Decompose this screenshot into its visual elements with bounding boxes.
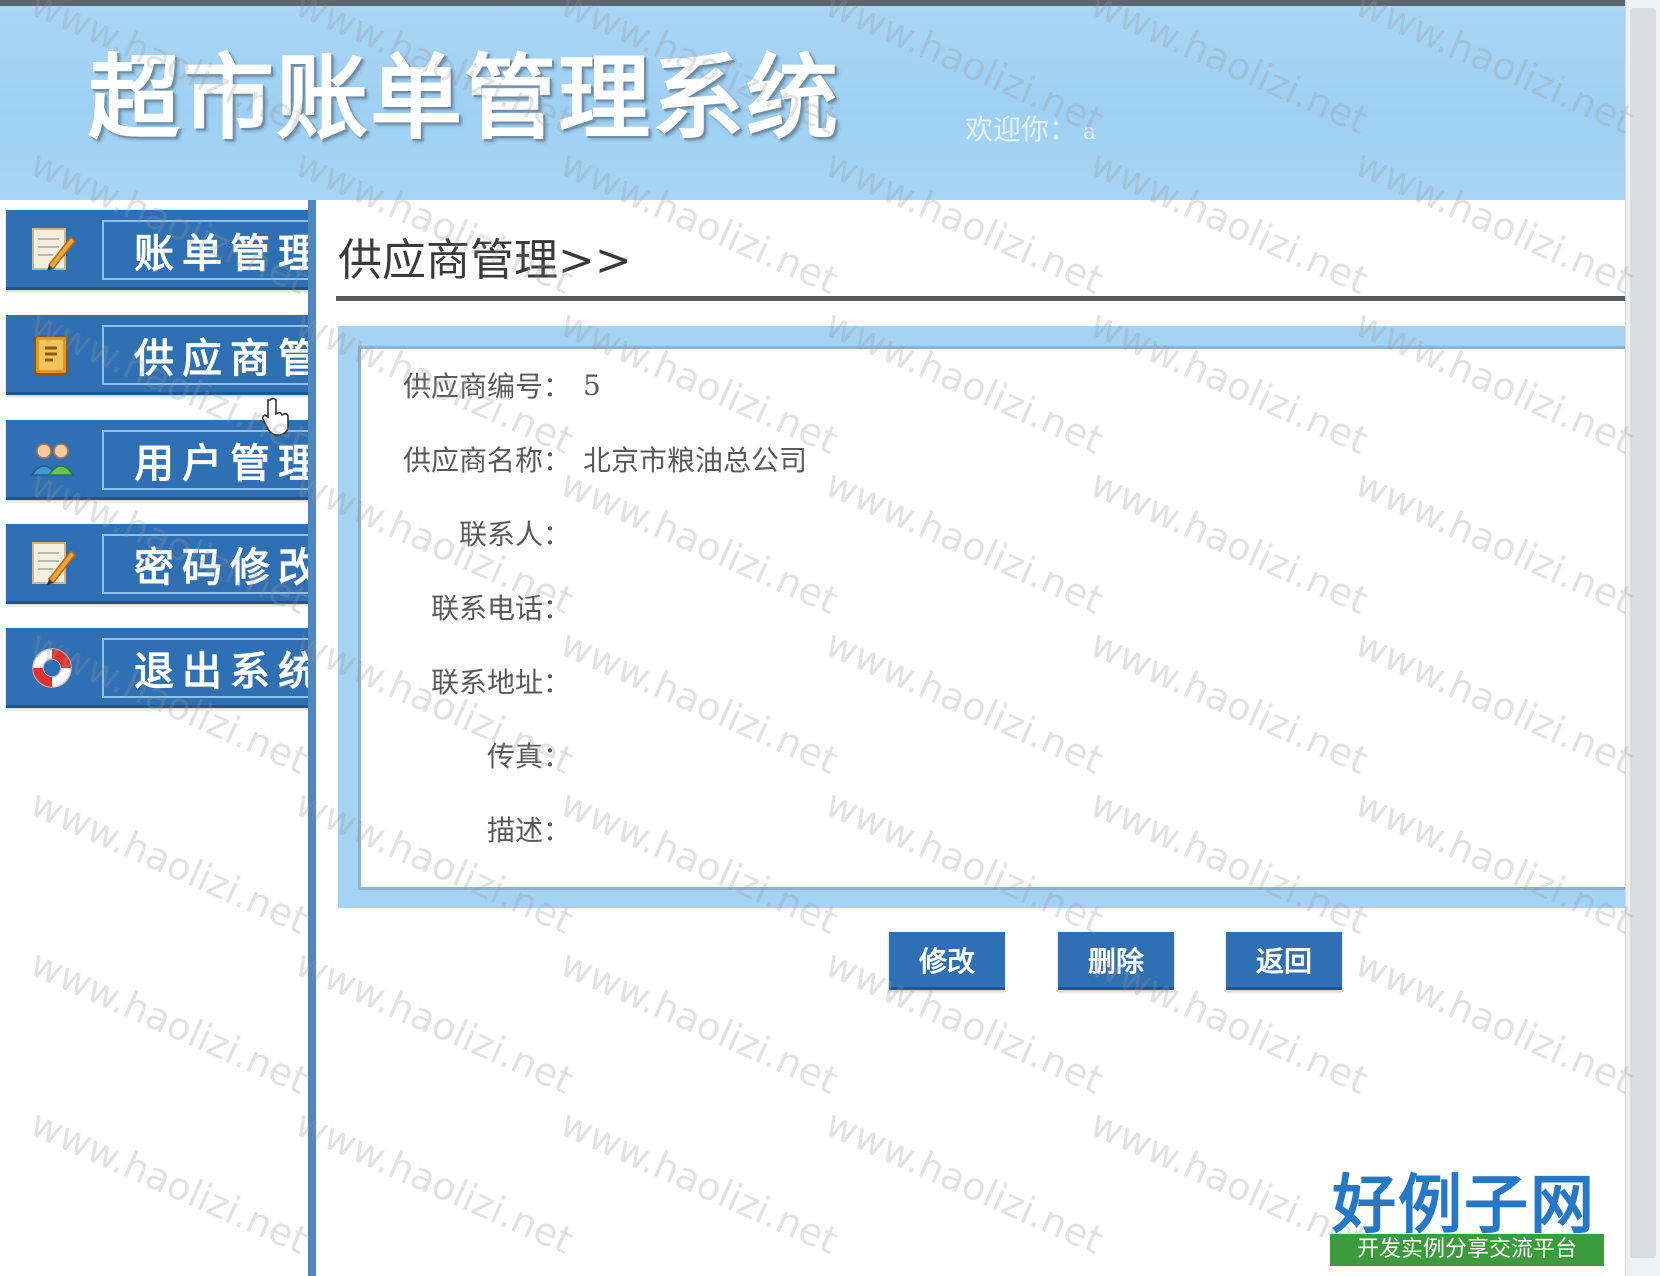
- header-top-border: [0, 0, 1625, 6]
- title-divider: [336, 296, 1625, 301]
- field-label: 联系电话：: [430, 592, 571, 625]
- sidebar-item-label: 供应商管理: [134, 336, 316, 382]
- lifebuoy-icon: [24, 642, 80, 694]
- welcome-label: 欢迎你：: [965, 113, 1078, 146]
- field-contact-address: 联系地址：: [361, 659, 583, 703]
- app-title: 超市账单管理系统: [88, 45, 841, 152]
- sidebar-item-label: 退出系统: [134, 649, 316, 695]
- sidebar-item-bill-management[interactable]: 账单管理: [6, 210, 316, 290]
- field-label: 供应商编号：: [402, 370, 571, 403]
- field-label: 描述：: [486, 814, 571, 847]
- welcome-text: 欢迎你： a: [965, 108, 1096, 148]
- users-icon: [24, 434, 80, 486]
- header: 超市账单管理系统 欢迎你： a: [0, 0, 1625, 200]
- notepad-pencil-icon: [24, 538, 80, 590]
- sidebar-item-logout[interactable]: 退出系统: [6, 628, 316, 708]
- field-supplier-code: 供应商编号： 5: [361, 363, 601, 407]
- supplier-book-icon: [24, 329, 80, 381]
- main-content: 供应商管理>> 供应商编号： 5 供应商名称： 北京市粮油总公司 联系人： 联系…: [316, 200, 1625, 1276]
- brand-tagline: 开发实例分享交流平台: [1330, 1234, 1604, 1266]
- vertical-scrollbar[interactable]: [1625, 0, 1660, 1276]
- back-button[interactable]: 返回: [1226, 932, 1342, 990]
- notepad-pencil-icon: [24, 224, 80, 276]
- field-label: 供应商名称：: [402, 444, 571, 477]
- field-contact-person: 联系人：: [361, 511, 583, 555]
- nav-label-box: 用户管理: [102, 430, 316, 490]
- nav-label-box: 退出系统: [102, 638, 316, 698]
- scrollbar-thumb[interactable]: [1630, 8, 1656, 1258]
- field-value: 5: [583, 368, 601, 402]
- field-description: 描述：: [361, 807, 583, 851]
- sidebar-item-supplier-management[interactable]: 供应商管理: [6, 315, 316, 395]
- app-window: 超市账单管理系统 欢迎你： a 账单管理 供应商 用户管理 密码修改 退出系统 …: [0, 0, 1660, 1276]
- page-title: 供应商管理>>: [338, 235, 632, 286]
- field-label: 联系人：: [458, 518, 571, 551]
- field-value: 北京市粮油总公司: [583, 444, 808, 477]
- nav-label-box: 供应商管理: [102, 325, 316, 385]
- brand-name: 好例子网: [1332, 1168, 1596, 1243]
- nav-label-box: 账单管理: [102, 220, 316, 280]
- sidebar-item-label: 账单管理: [134, 231, 316, 277]
- field-label: 传真：: [486, 740, 571, 773]
- supplier-info-panel: 供应商编号： 5 供应商名称： 北京市粮油总公司 联系人： 联系电话： 联系地址…: [338, 326, 1625, 908]
- modify-button[interactable]: 修改: [889, 932, 1005, 990]
- delete-button[interactable]: 删除: [1058, 932, 1174, 990]
- username: a: [1083, 120, 1097, 145]
- sidebar-item-change-password[interactable]: 密码修改: [6, 524, 316, 604]
- sidebar-item-label: 密码修改: [134, 545, 316, 591]
- supplier-info-inner: 供应商编号： 5 供应商名称： 北京市粮油总公司 联系人： 联系电话： 联系地址…: [358, 346, 1625, 890]
- field-fax: 传真：: [361, 733, 583, 777]
- hand-cursor-icon: [262, 397, 289, 436]
- field-supplier-name: 供应商名称： 北京市粮油总公司: [361, 437, 807, 481]
- field-contact-phone: 联系电话：: [361, 585, 583, 629]
- nav-label-box: 密码修改: [102, 534, 316, 594]
- sidebar-divider: [308, 200, 316, 1276]
- brand-logo: 好例子网 开发实例分享交流平台: [1330, 1154, 1606, 1268]
- field-label: 联系地址：: [430, 666, 571, 699]
- sidebar-item-label: 用户管理: [134, 441, 316, 487]
